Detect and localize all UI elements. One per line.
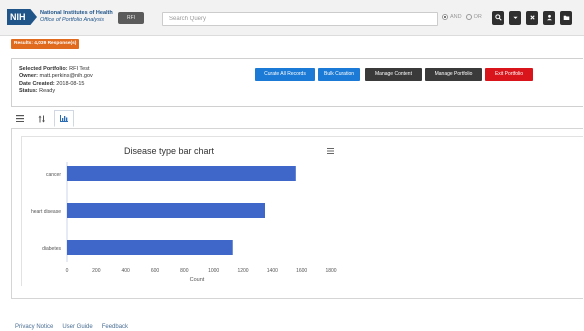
x-tick-label: 0 (66, 268, 69, 274)
y-tick-label: diabetes (42, 246, 61, 252)
bar (67, 166, 296, 181)
footer-links: Privacy Notice User Guide Feedback (15, 324, 128, 330)
x-tick-label: 1400 (267, 268, 278, 274)
y-tick-label: cancer (46, 172, 61, 178)
x-tick-label: 1800 (325, 268, 336, 274)
user-guide-link[interactable]: User Guide (62, 324, 92, 330)
x-tick-label: 1000 (208, 268, 219, 274)
y-tick-label: heart disease (31, 209, 61, 215)
bar (67, 203, 265, 218)
x-axis-label: Count (190, 277, 205, 283)
x-tick-label: 200 (92, 268, 101, 274)
privacy-notice-link[interactable]: Privacy Notice (15, 324, 53, 330)
x-tick-label: 1200 (237, 268, 248, 274)
x-tick-label: 800 (180, 268, 189, 274)
x-tick-label: 400 (121, 268, 130, 274)
x-tick-label: 600 (151, 268, 160, 274)
feedback-link[interactable]: Feedback (102, 324, 128, 330)
disease-bar-chart: cancer heart disease diabetes 0 200 400 600 800… (31, 162, 337, 283)
x-tick-label: 1600 (296, 268, 307, 274)
bar (67, 240, 233, 255)
